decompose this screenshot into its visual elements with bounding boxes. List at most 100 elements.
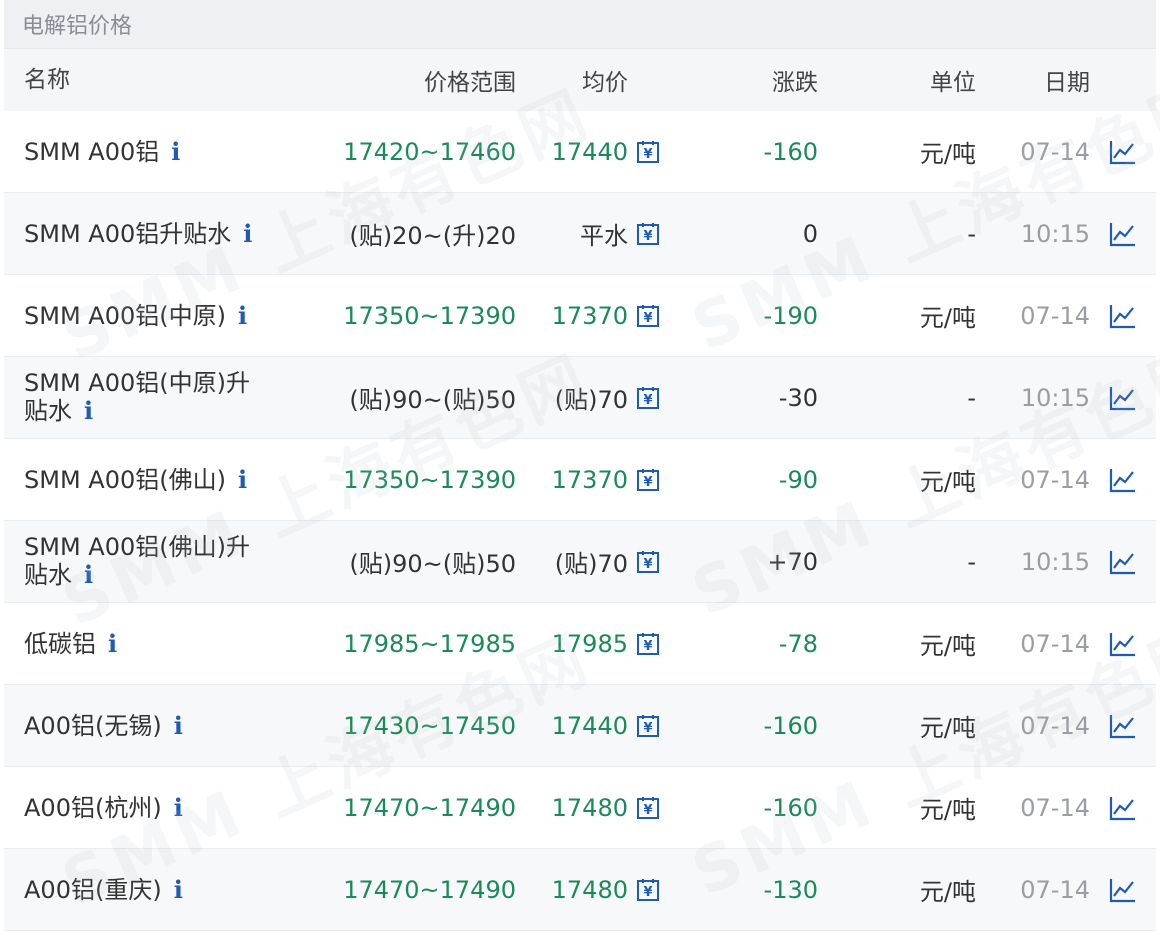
row-name: A00铝(重庆) <box>24 875 162 904</box>
line-chart-icon[interactable] <box>1090 303 1156 329</box>
row-name: A00铝(杭州) <box>24 793 162 822</box>
calendar-icon[interactable]: ¥ <box>628 304 668 328</box>
table-row: SMM A00铝(佛山) i 17350~17390 17370 ¥ -90 元/吨 07-1… <box>4 439 1156 521</box>
calendar-icon[interactable]: ¥ <box>628 386 668 410</box>
table-row: SMM A00铝(佛山)升贴水 i (贴)90~(贴)50 (贴)70 ¥ +70 - 10:… <box>4 521 1156 603</box>
row-date: 07-14 <box>1020 629 1090 658</box>
row-avg: 17440 <box>551 711 628 740</box>
row-avg: 17370 <box>551 465 628 494</box>
row-name: SMM A00铝升贴水 <box>24 219 232 248</box>
row-avg: (贴)70 <box>554 386 628 414</box>
row-name: SMM A00铝(中原) <box>24 301 226 330</box>
row-date: 07-14 <box>1020 301 1090 330</box>
line-chart-icon[interactable] <box>1090 385 1156 411</box>
line-chart-icon[interactable] <box>1090 795 1156 821</box>
row-unit: 元/吨 <box>919 878 976 906</box>
calendar-icon[interactable]: ¥ <box>628 140 668 164</box>
calendar-icon[interactable]: ¥ <box>628 714 668 738</box>
svg-text:¥: ¥ <box>643 885 652 900</box>
info-icon[interactable]: i <box>174 876 183 903</box>
panel-title: 电解铝价格 <box>22 14 133 39</box>
row-range: 17350~17390 <box>343 465 516 494</box>
table-row: A00铝(杭州) i 17470~17490 17480 ¥ -160 元/吨 07-14 <box>4 767 1156 849</box>
line-chart-icon[interactable] <box>1090 221 1156 247</box>
row-name: SMM A00铝(佛山)升贴水 <box>24 533 250 589</box>
row-unit: - <box>967 383 976 412</box>
calendar-icon[interactable]: ¥ <box>628 550 668 574</box>
row-date: 07-14 <box>1020 137 1090 166</box>
row-name-cell: A00铝(重庆) i <box>4 876 254 904</box>
svg-text:¥: ¥ <box>643 475 652 490</box>
row-unit: 元/吨 <box>919 714 976 742</box>
row-avg: 17985 <box>551 629 628 658</box>
info-icon[interactable]: i <box>171 138 180 165</box>
svg-text:¥: ¥ <box>643 311 652 326</box>
calendar-icon[interactable]: ¥ <box>628 222 668 246</box>
svg-text:¥: ¥ <box>643 639 652 654</box>
row-date: 10:15 <box>1020 547 1090 576</box>
row-unit: 元/吨 <box>919 632 976 660</box>
row-range: (贴)90~(贴)50 <box>349 550 516 578</box>
row-date: 07-14 <box>1020 711 1090 740</box>
line-chart-icon[interactable] <box>1090 631 1156 657</box>
header-range: 价格范围 <box>424 70 516 96</box>
row-change: -30 <box>778 383 818 412</box>
line-chart-icon[interactable] <box>1090 713 1156 739</box>
row-name-cell: SMM A00铝升贴水 i <box>4 220 254 248</box>
row-change: -160 <box>763 793 818 822</box>
line-chart-icon[interactable] <box>1090 549 1156 575</box>
table-row: SMM A00铝升贴水 i (贴)20~(升)20 平水 ¥0 - 10:15 <box>4 193 1156 275</box>
row-range: 17350~17390 <box>343 301 516 330</box>
row-change: -190 <box>763 301 818 330</box>
row-name-cell: SMM A00铝(中原)升贴水 i <box>4 370 254 425</box>
row-name: SMM A00铝 <box>24 137 160 166</box>
row-range: 17420~17460 <box>343 137 516 166</box>
info-icon[interactable]: i <box>84 561 93 588</box>
info-icon[interactable]: i <box>174 794 183 821</box>
info-icon[interactable]: i <box>243 220 252 247</box>
row-date: 10:15 <box>1020 219 1090 248</box>
row-change: +70 <box>767 547 818 576</box>
info-icon[interactable]: i <box>84 397 93 424</box>
calendar-icon[interactable]: ¥ <box>628 632 668 656</box>
calendar-icon[interactable]: ¥ <box>628 796 668 820</box>
row-change: -78 <box>778 629 818 658</box>
row-change: -160 <box>763 137 818 166</box>
row-unit: 元/吨 <box>919 140 976 168</box>
row-range: 17470~17490 <box>343 793 516 822</box>
row-name: 低碳铝 <box>24 629 96 658</box>
info-icon[interactable]: i <box>108 630 117 657</box>
row-date: 07-14 <box>1020 465 1090 494</box>
table-row: 低碳铝 i 17985~17985 17985 ¥ -78 元/吨 07-14 <box>4 603 1156 685</box>
line-chart-icon[interactable] <box>1090 139 1156 165</box>
header-name: 名称 <box>24 66 70 93</box>
row-name: SMM A00铝(中原)升贴水 <box>24 369 250 425</box>
table-header: 名称 价格范围 均价 涨跌 单位 日期 <box>4 49 1156 111</box>
calendar-icon[interactable]: ¥ <box>628 468 668 492</box>
header-date: 日期 <box>1044 70 1090 96</box>
row-change: -160 <box>763 711 818 740</box>
table-row: SMM A00铝 i 17420~17460 17440 ¥ -160 元/吨 07-14 <box>4 111 1156 193</box>
panel-title-bar: 电解铝价格 <box>4 0 1156 49</box>
row-range: 17430~17450 <box>343 711 516 740</box>
row-avg: 17370 <box>551 301 628 330</box>
row-change: -90 <box>778 465 818 494</box>
row-range: (贴)20~(升)20 <box>349 222 516 250</box>
line-chart-icon[interactable] <box>1090 467 1156 493</box>
row-date: 07-14 <box>1020 793 1090 822</box>
table-row: A00铝(重庆) i 17470~17490 17480 ¥ -130 元/吨 07-14 <box>4 849 1156 931</box>
row-avg: 17480 <box>551 793 628 822</box>
svg-text:¥: ¥ <box>643 393 652 408</box>
row-range: 17985~17985 <box>343 629 516 658</box>
row-name: SMM A00铝(佛山) <box>24 465 226 494</box>
line-chart-icon[interactable] <box>1090 877 1156 903</box>
row-date: 10:15 <box>1020 383 1090 412</box>
info-icon[interactable]: i <box>238 466 247 493</box>
info-icon[interactable]: i <box>238 302 247 329</box>
table-row: A00铝(无锡) i 17430~17450 17440 ¥ -160 元/吨 07-14 <box>4 685 1156 767</box>
row-avg: (贴)70 <box>554 550 628 578</box>
calendar-icon[interactable]: ¥ <box>628 878 668 902</box>
row-name-cell: SMM A00铝 i <box>4 138 254 166</box>
info-icon[interactable]: i <box>174 712 183 739</box>
row-unit: 元/吨 <box>919 468 976 496</box>
